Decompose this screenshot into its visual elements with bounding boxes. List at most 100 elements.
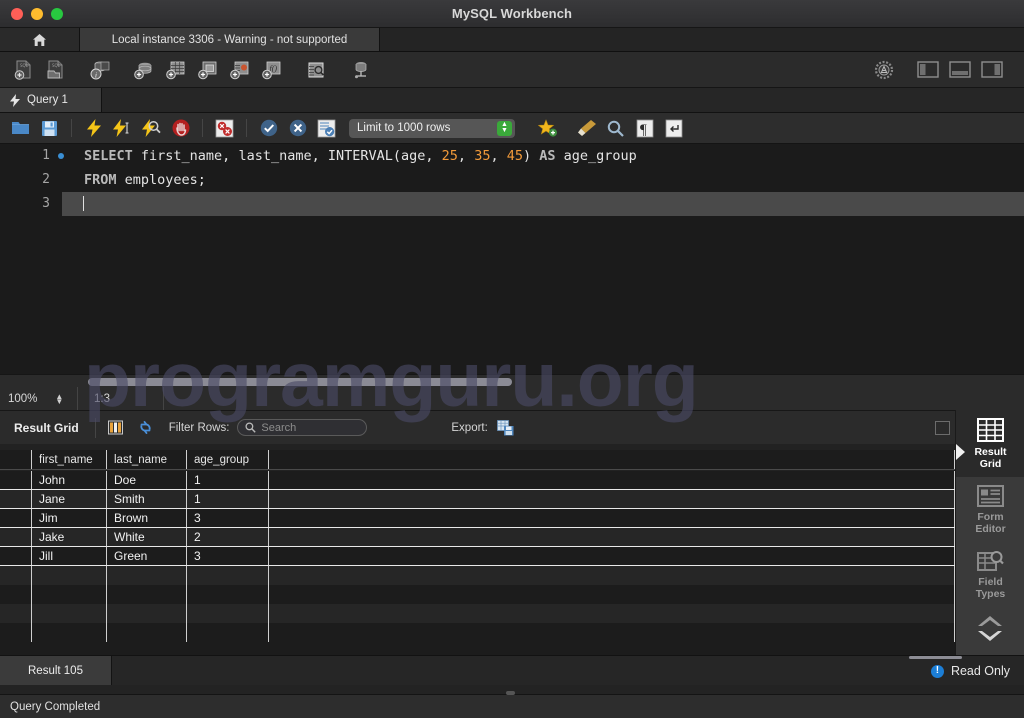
toggle-sidebar-button[interactable]	[914, 56, 942, 84]
table-row[interactable]: Jim Brown 3	[0, 509, 955, 528]
query-tab-query-1[interactable]: Query 1	[0, 88, 102, 112]
find-button[interactable]	[603, 116, 628, 141]
cell-age-group[interactable]: 1	[187, 490, 269, 508]
filter-search-input[interactable]: Search	[237, 419, 368, 436]
admin-gear-button[interactable]	[870, 56, 898, 84]
save-script-button[interactable]	[37, 116, 62, 141]
close-window-button[interactable]	[11, 7, 23, 20]
cell-last-name[interactable]: Smith	[107, 490, 187, 508]
row-handle[interactable]	[0, 528, 32, 546]
side-panel-item-result-grid[interactable]: Result Grid	[956, 410, 1024, 477]
refresh-grid-button[interactable]	[134, 416, 158, 440]
side-panel-scroll-control[interactable]	[956, 615, 1024, 642]
sql-editor[interactable]: 1 2 3 SELECT first_name, last_name, INTE…	[0, 144, 1024, 374]
cell-first-name[interactable]: Jill	[32, 547, 107, 565]
rollback-button[interactable]	[285, 116, 310, 141]
empty-row[interactable]	[0, 566, 955, 585]
chevron-up-icon[interactable]	[977, 615, 1003, 627]
new-schema-button[interactable]	[130, 56, 158, 84]
toggle-invisible-chars-button[interactable]: ¶	[632, 116, 657, 141]
result-grid[interactable]: first_name last_name age_group John Doe …	[0, 444, 955, 655]
connection-tab-strip: Local instance 3306 - Warning - not supp…	[0, 28, 1024, 52]
editor-status-bar: 100% ▲ ▼ 1:3	[0, 374, 1024, 411]
column-header-last-name[interactable]: last_name	[107, 450, 187, 469]
cell-last-name[interactable]: Green	[107, 547, 187, 565]
row-handle[interactable]	[0, 547, 32, 565]
open-script-button[interactable]	[8, 116, 33, 141]
editor-horizontal-scrollbar[interactable]	[84, 376, 1016, 387]
cell-age-group[interactable]: 1	[187, 471, 269, 489]
zoom-stepper[interactable]: ▲ ▼	[55, 393, 63, 406]
table-row[interactable]: Jill Green 3	[0, 547, 955, 566]
new-procedure-button[interactable]	[226, 56, 254, 84]
execute-current-statement-button[interactable]	[110, 116, 135, 141]
cell-age-group[interactable]: 3	[187, 547, 269, 565]
search-table-data-button[interactable]	[302, 56, 330, 84]
editor-scrollbar-thumb[interactable]	[88, 378, 512, 386]
reconnect-dbms-button[interactable]	[346, 56, 374, 84]
search-icon	[245, 422, 257, 433]
toggle-secondary-sidebar-button[interactable]	[978, 56, 1006, 84]
maximize-window-button[interactable]	[51, 7, 63, 20]
search-data-icon	[308, 62, 324, 77]
column-header-first-name[interactable]: first_name	[32, 450, 107, 469]
stop-execution-button[interactable]	[168, 116, 193, 141]
cell-age-group[interactable]: 3	[187, 509, 269, 527]
result-tab-result-105[interactable]: Result 105	[0, 656, 112, 685]
sql-sep-1: ,	[457, 148, 475, 164]
commit-button[interactable]	[256, 116, 281, 141]
explain-plan-button[interactable]	[139, 116, 164, 141]
side-panel-item-field-types[interactable]: Field Types	[956, 542, 1024, 607]
cell-last-name[interactable]: Doe	[107, 471, 187, 489]
panel-resize-handle[interactable]	[506, 691, 515, 695]
empty-row[interactable]	[0, 623, 955, 642]
chevron-down-icon[interactable]	[977, 628, 1003, 642]
table-row[interactable]: Jane Smith 1	[0, 490, 955, 509]
zoom-control[interactable]: 100% ▲ ▼	[0, 387, 78, 411]
toggle-panel-button[interactable]	[930, 416, 954, 440]
cell-first-name[interactable]: Jake	[32, 528, 107, 546]
connection-tab-local-instance[interactable]: Local instance 3306 - Warning - not supp…	[80, 28, 380, 51]
minimize-window-button[interactable]	[31, 7, 43, 20]
empty-row[interactable]	[0, 585, 955, 604]
row-handle[interactable]	[0, 490, 32, 508]
side-panel-item-form-editor[interactable]: Form Editor	[956, 477, 1024, 542]
cell-first-name[interactable]: Jane	[32, 490, 107, 508]
grid-select-all-corner[interactable]	[0, 450, 32, 469]
new-function-button[interactable]: f()	[258, 56, 286, 84]
beautify-query-button[interactable]	[574, 116, 599, 141]
wrap-lines-button[interactable]	[661, 116, 686, 141]
row-handle[interactable]	[0, 471, 32, 489]
save-script-icon	[42, 120, 57, 136]
export-recordset-button[interactable]	[494, 416, 518, 440]
home-tab[interactable]	[0, 28, 80, 51]
table-row[interactable]: Jake White 2	[0, 528, 955, 547]
autocommit-button[interactable]	[314, 116, 339, 141]
table-row[interactable]: John Doe 1	[0, 471, 955, 490]
new-sql-file-button[interactable]: SQL	[10, 56, 38, 84]
server-status-button[interactable]: i	[86, 56, 114, 84]
toggle-output-button[interactable]	[946, 56, 974, 84]
result-grid-scroll-indicator[interactable]	[909, 656, 962, 659]
column-header-age-group[interactable]: age_group	[187, 450, 269, 469]
row-limit-select[interactable]: Limit to 1000 rows ▲ ▼	[349, 118, 515, 138]
cell-first-name[interactable]: Jim	[32, 509, 107, 527]
open-sql-file-button[interactable]: SQL	[42, 56, 70, 84]
code-area[interactable]: SELECT first_name, last_name, INTERVAL(a…	[62, 144, 1024, 374]
grid-columns-button[interactable]	[104, 416, 128, 440]
cell-filler	[269, 528, 955, 546]
new-table-button[interactable]	[162, 56, 190, 84]
panel-expand-arrow-icon[interactable]	[956, 444, 966, 460]
cell-last-name[interactable]: Brown	[107, 509, 187, 527]
cell-last-name[interactable]: White	[107, 528, 187, 546]
new-view-button[interactable]	[194, 56, 222, 84]
empty-row[interactable]	[0, 604, 955, 623]
execute-statement-button[interactable]	[81, 116, 106, 141]
cell-first-name[interactable]: John	[32, 471, 107, 489]
row-handle[interactable]	[0, 509, 32, 527]
sql-sep-2: ,	[490, 148, 507, 164]
toggle-stop-on-error-button[interactable]	[212, 116, 237, 141]
snippet-star-button[interactable]	[535, 116, 560, 141]
cell-age-group[interactable]: 2	[187, 528, 269, 546]
row-limit-stepper[interactable]: ▲ ▼	[497, 120, 512, 136]
